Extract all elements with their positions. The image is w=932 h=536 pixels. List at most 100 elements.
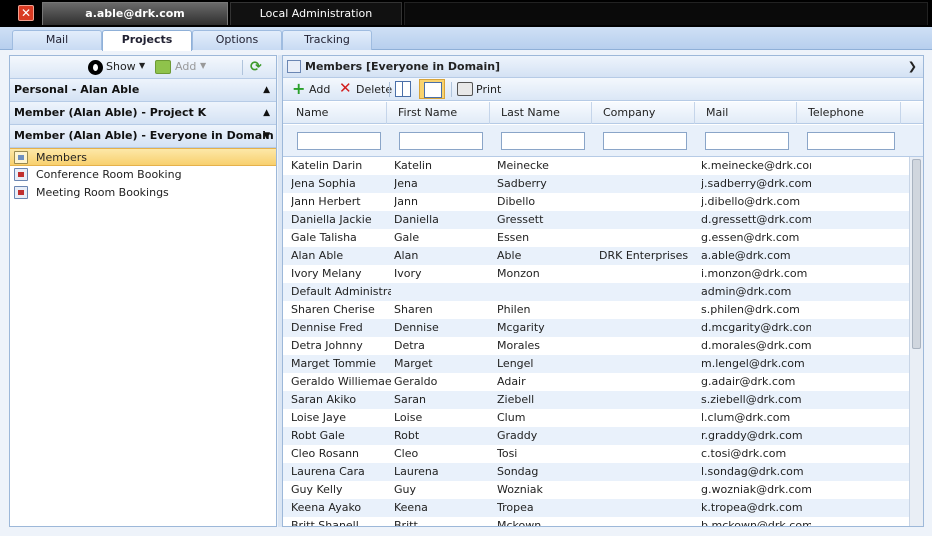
table-cell: Alan (394, 249, 419, 262)
nav-item-members[interactable]: Members (10, 148, 276, 166)
table-cell: Daniella (394, 213, 439, 226)
column-header-company[interactable]: Company (592, 102, 695, 124)
filter-name-input[interactable] (297, 132, 381, 150)
table-row[interactable]: Robt Gale Robt Graddy r.graddy@drk.com (283, 427, 909, 445)
single-view-icon[interactable] (419, 79, 445, 99)
table-cell: Lengel (497, 357, 534, 370)
table-row[interactable]: Alan Able Alan Able DRK Enterprises a.able@d… (283, 247, 909, 265)
table-cell: Loise Jaye (291, 411, 346, 424)
filter-mail-input[interactable] (705, 132, 789, 150)
table-row[interactable]: Saran Akiko Saran Ziebell s.ziebell@drk.com (283, 391, 909, 409)
chevron-up-icon[interactable]: ▲ (263, 102, 270, 124)
table-cell: Katelin Darin (291, 159, 363, 172)
members-icon (14, 151, 28, 164)
table-cell: Cleo (394, 447, 419, 460)
table-cell: Sharen Cherise (291, 303, 375, 316)
add-button[interactable]: Add (175, 60, 196, 73)
nav-item-label: Meeting Room Bookings (36, 186, 169, 199)
panel-title: Members [Everyone in Domain] ❯ (283, 56, 923, 78)
tab-tracking[interactable]: Tracking (282, 30, 372, 50)
table-row[interactable]: Gale Talisha Gale Essen g.essen@drk.com (283, 229, 909, 247)
table-cell: Marget Tommie (291, 357, 376, 370)
delete-icon[interactable]: ✕ (339, 80, 352, 96)
table-row[interactable]: Sharen Cherise Sharen Philen s.philen@drk.c… (283, 301, 909, 319)
group-personal[interactable]: Personal - Alan Able ▲ (10, 79, 276, 102)
table-row[interactable]: Jann Herbert Jann Dibello j.dibello@drk.com (283, 193, 909, 211)
column-header-name[interactable]: Name (285, 102, 387, 124)
chevron-down-icon[interactable]: ▼ (139, 61, 145, 70)
eye-icon[interactable] (88, 60, 103, 75)
refresh-icon[interactable]: ⟳ (250, 59, 262, 75)
table-cell: Gale Talisha (291, 231, 357, 244)
table-cell: b.mckown@drk.com (701, 519, 811, 527)
tab-projects[interactable]: Projects (102, 30, 192, 51)
filter-last-name-input[interactable] (501, 132, 585, 150)
plus-icon[interactable]: + (292, 81, 305, 97)
empty-tab (404, 2, 928, 25)
table-cell: Tropea (497, 501, 534, 514)
table-row[interactable]: Keena Ayako Keena Tropea k.tropea@drk.com (283, 499, 909, 517)
close-icon[interactable]: ✕ (18, 5, 34, 21)
table-row[interactable]: Jena Sophia Jena Sadberry j.sadberry@drk.co… (283, 175, 909, 193)
chevron-down-icon[interactable]: ▼ (200, 61, 206, 70)
table-cell: Robt (394, 429, 420, 442)
scrollbar-thumb[interactable] (912, 159, 921, 349)
add-button[interactable]: Add (309, 83, 330, 96)
add-folder-icon[interactable] (155, 60, 171, 74)
print-button[interactable]: Print (476, 83, 501, 96)
table-cell: d.mcgarity@drk.com (701, 321, 811, 334)
table-row[interactable]: Ivory Melany Ivory Monzon i.monzon@drk.com (283, 265, 909, 283)
table-cell: Philen (497, 303, 531, 316)
filter-first-name-input[interactable] (399, 132, 483, 150)
chevron-right-icon[interactable]: ❯ (908, 56, 917, 77)
show-button[interactable]: Show (106, 60, 136, 73)
chevron-down-icon[interactable]: ▼ (263, 125, 270, 147)
table-row[interactable]: Geraldo Williemae Geraldo Adair g.adair@drk… (283, 373, 909, 391)
table-cell: l.clum@drk.com (701, 411, 791, 424)
group-everyone-in-domain[interactable]: Member (Alan Able) - Everyone in Domain … (10, 125, 276, 148)
table-row[interactable]: Marget Tommie Marget Lengel m.lengel@drk.co… (283, 355, 909, 373)
table-row[interactable]: Katelin Darin Katelin Meinecke k.meinecke@d… (283, 157, 909, 175)
split-view-icon[interactable] (395, 81, 411, 97)
table-row[interactable]: Detra Johnny Detra Morales d.morales@drk.co… (283, 337, 909, 355)
filter-company-input[interactable] (603, 132, 687, 150)
nav-item-label: Conference Room Booking (36, 168, 182, 181)
group-label: Member (Alan Able) - Everyone in Domain (14, 129, 274, 142)
table-cell: Graddy (497, 429, 538, 442)
group-project-k[interactable]: Member (Alan Able) - Project K ▲ (10, 102, 276, 125)
table-row[interactable]: Dennise Fred Dennise Mcgarity d.mcgarity@dr… (283, 319, 909, 337)
column-header-first-name[interactable]: First Name (387, 102, 490, 124)
column-header-telephone[interactable]: Telephone (797, 102, 901, 124)
tab-options[interactable]: Options (192, 30, 282, 50)
table-cell: Loise (394, 411, 423, 424)
calendar-icon (14, 168, 28, 181)
filter-row (283, 125, 923, 157)
table-row[interactable]: Daniella Jackie Daniella Gressett d.gresset… (283, 211, 909, 229)
left-panel: Show ▼ Add ▼ ⟳ Personal - Alan Able ▲ Me… (9, 55, 277, 527)
table-row[interactable]: Guy Kelly Guy Wozniak g.wozniak@drk.com (283, 481, 909, 499)
table-cell: Jann (394, 195, 418, 208)
table-cell: Clum (497, 411, 526, 424)
nav-item-meeting-room-bookings[interactable]: Meeting Room Bookings (10, 184, 276, 202)
table-row[interactable]: Laurena Cara Laurena Sondag l.sondag@drk.co… (283, 463, 909, 481)
local-administration-tab[interactable]: Local Administration (230, 2, 402, 25)
table-row[interactable]: Default Administrators admin@drk.com (283, 283, 909, 301)
filter-telephone-input[interactable] (807, 132, 895, 150)
vertical-scrollbar[interactable] (909, 157, 923, 526)
table-row[interactable]: Loise Jaye Loise Clum l.clum@drk.com (283, 409, 909, 427)
tab-mail[interactable]: Mail (12, 30, 102, 50)
user-tab[interactable]: a.able@drk.com (42, 2, 228, 25)
delete-button[interactable]: Delete (356, 83, 392, 96)
module-tabs: Mail Projects Options Tracking (0, 27, 932, 51)
table-row[interactable]: Britt Shanell Britt Mckown b.mckown@drk.com (283, 517, 909, 527)
nav-item-conference-room-booking[interactable]: Conference Room Booking (10, 166, 276, 184)
table-cell: Jena (394, 177, 418, 190)
column-header-mail[interactable]: Mail (695, 102, 797, 124)
printer-icon[interactable] (457, 82, 473, 96)
column-header-last-name[interactable]: Last Name (490, 102, 592, 124)
panel-title-text: Members [Everyone in Domain] (305, 60, 501, 73)
table-cell: Wozniak (497, 483, 543, 496)
chevron-up-icon[interactable]: ▲ (263, 79, 270, 101)
table-row[interactable]: Cleo Rosann Cleo Tosi c.tosi@drk.com (283, 445, 909, 463)
table-cell: Dennise (394, 321, 439, 334)
